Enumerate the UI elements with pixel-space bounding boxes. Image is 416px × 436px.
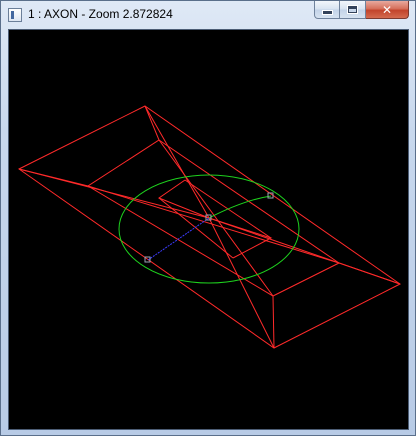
- bevel-lines: [18, 105, 401, 349]
- diagonal-line-b: [158, 139, 274, 297]
- viewport-canvas[interactable]: [8, 29, 409, 430]
- maximize-button[interactable]: [340, 1, 366, 19]
- diagonal-line-a: [87, 185, 340, 264]
- green-ellipse: [118, 174, 300, 284]
- axis-segment: [147, 217, 210, 261]
- outer-frame: [18, 105, 401, 349]
- minimize-button[interactable]: [314, 1, 340, 19]
- window-title: 1 : AXON - Zoom 2.872824: [28, 7, 173, 21]
- diagonal-line-top: [144, 105, 210, 219]
- window-controls: ✕: [314, 1, 409, 19]
- maximize-icon: [348, 6, 357, 13]
- close-button[interactable]: ✕: [366, 1, 409, 19]
- inner-core-lines: [157, 179, 273, 259]
- core-bottom-edge: [158, 197, 234, 259]
- inner-frame: [87, 139, 340, 297]
- handles: [144, 192, 274, 263]
- diagonal-line-right: [208, 217, 401, 285]
- axon-window: 1 : AXON - Zoom 2.872824 ✕: [0, 0, 416, 436]
- close-icon: ✕: [381, 2, 393, 17]
- core-right-bracket: [208, 217, 273, 259]
- wireframe-drawing: [18, 105, 401, 349]
- minimize-icon: [322, 11, 332, 14]
- diagonal-lines: [18, 105, 401, 349]
- bevel-line-bottom: [272, 295, 275, 349]
- title-bar[interactable]: 1 : AXON - Zoom 2.872824 ✕: [1, 1, 415, 29]
- app-icon[interactable]: [8, 8, 22, 22]
- radius-arc: [208, 195, 272, 219]
